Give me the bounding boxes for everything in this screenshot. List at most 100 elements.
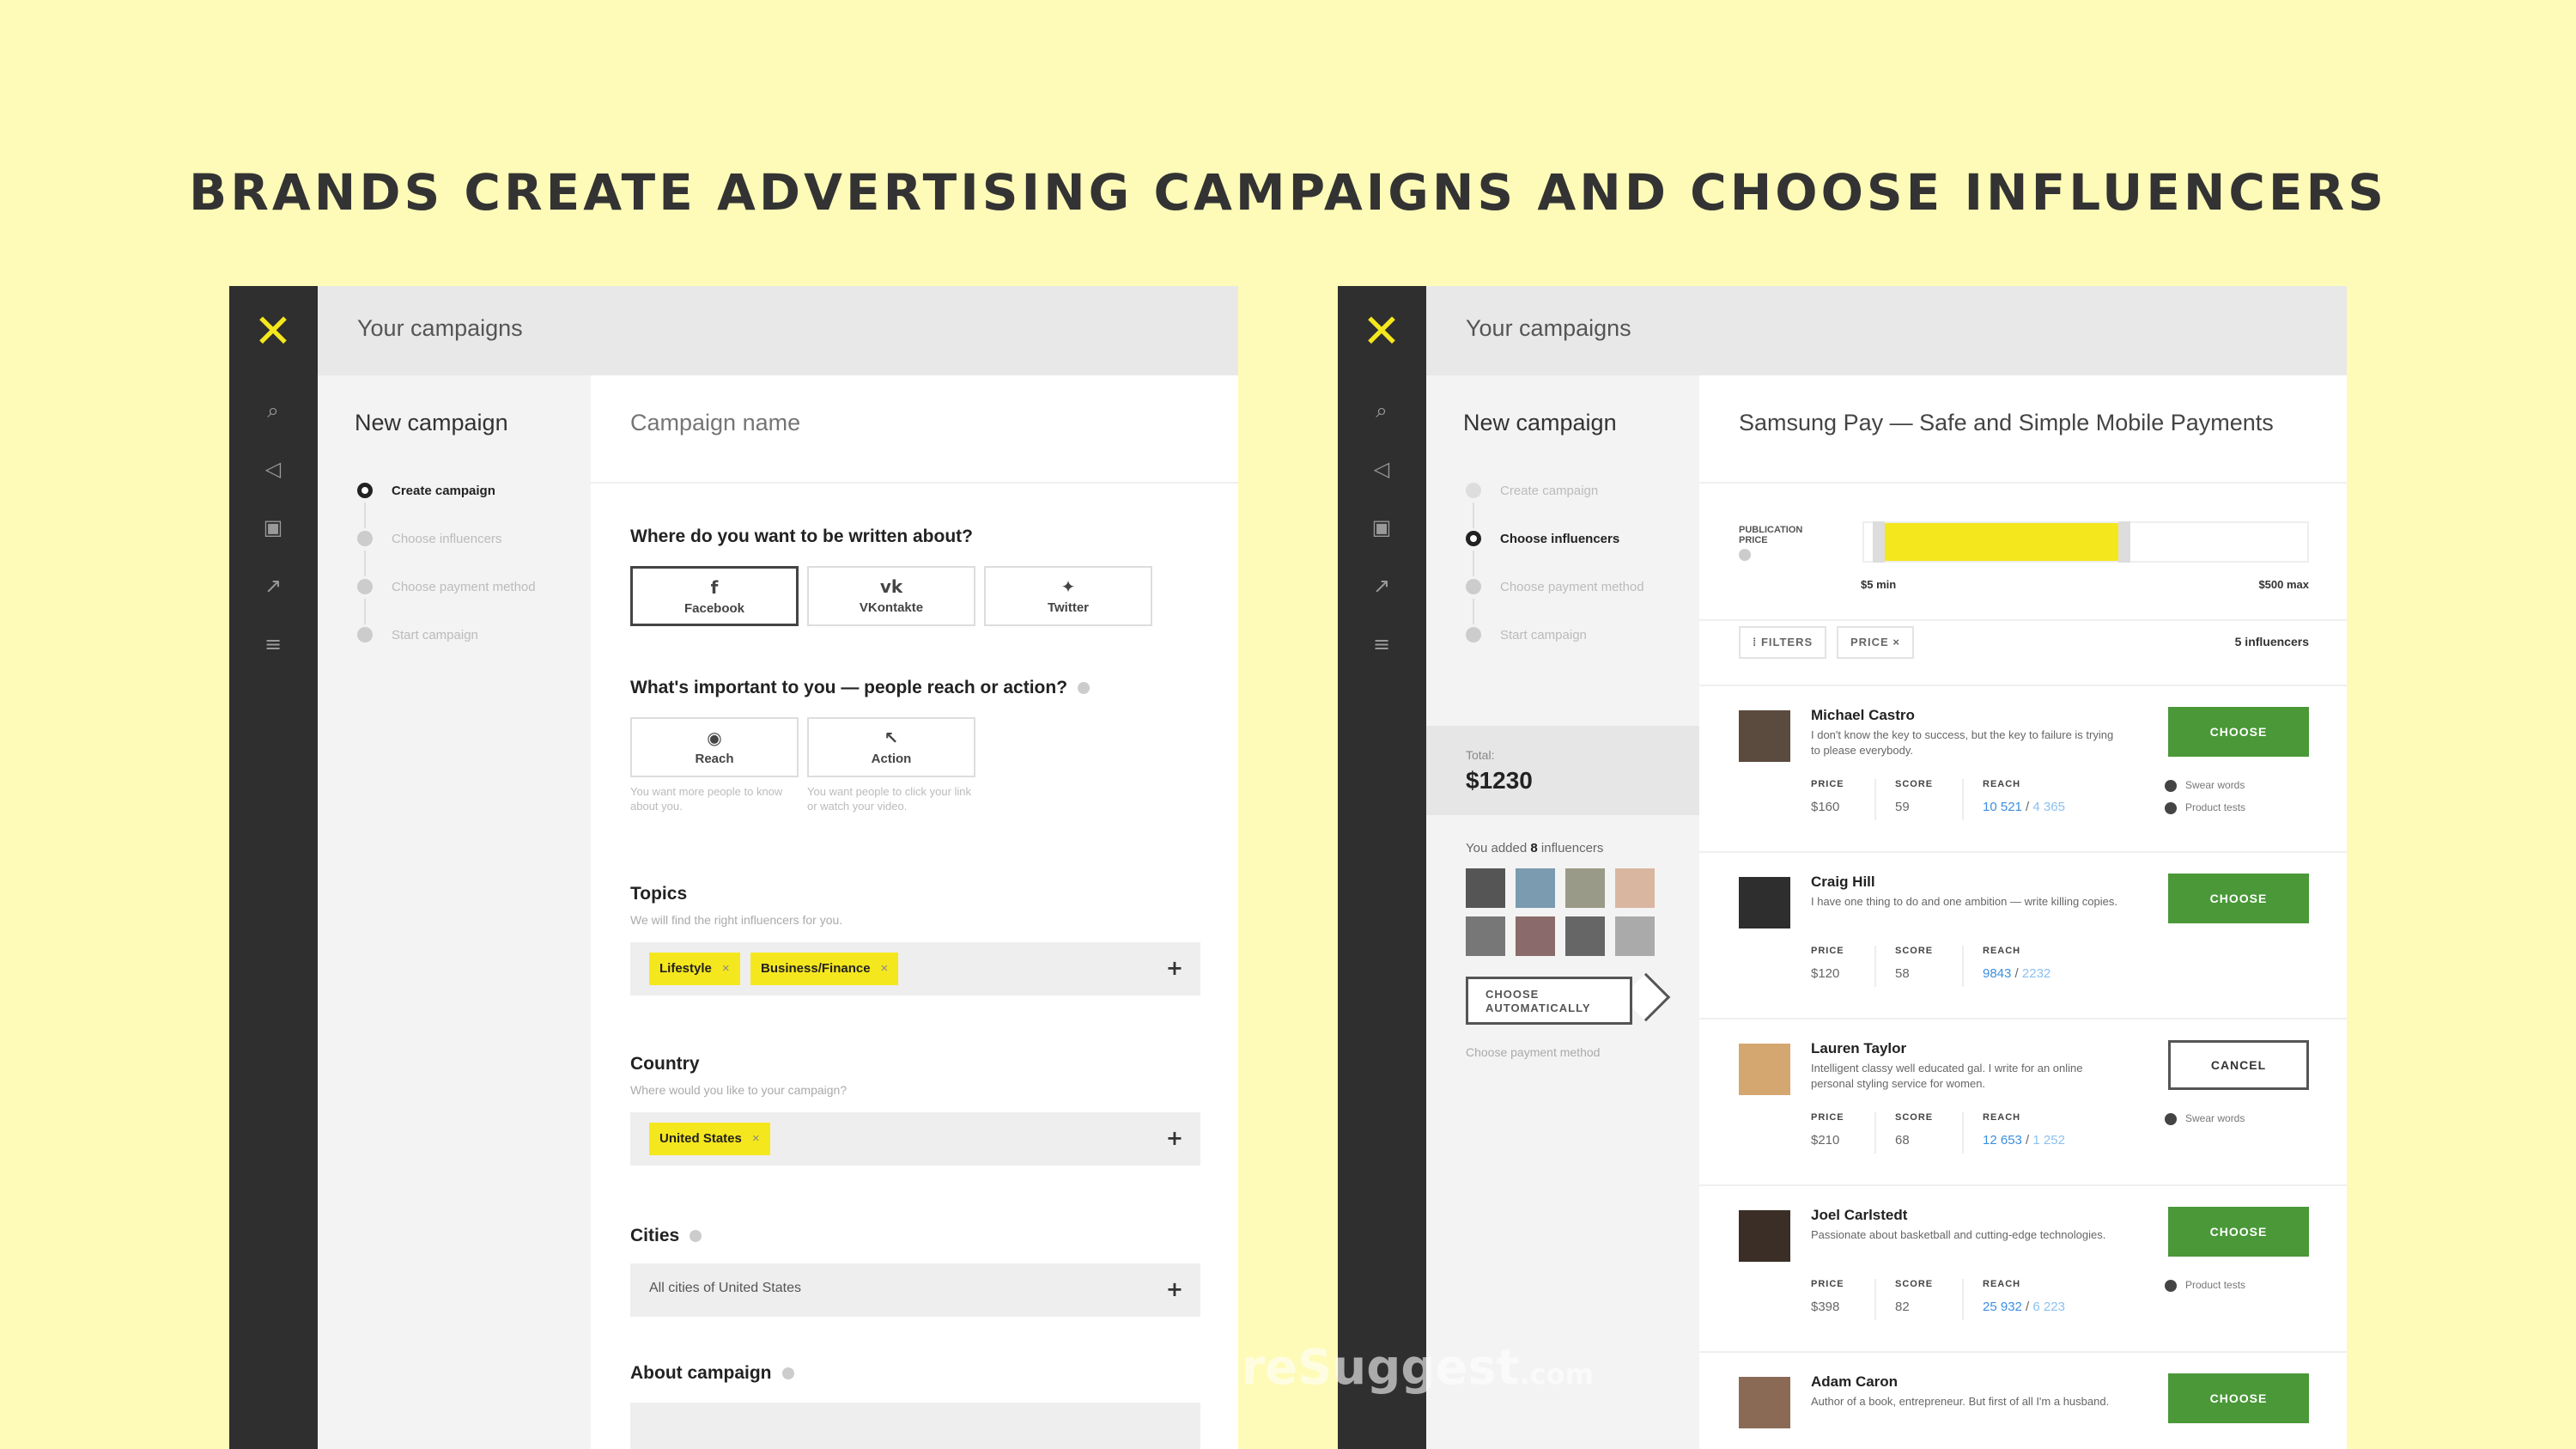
influencer-name[interactable]: Adam Caron: [1811, 1373, 1898, 1391]
step-label: Start campaign: [392, 627, 478, 642]
price-max-label: $500 max: [2258, 578, 2309, 591]
choose-button[interactable]: CHOOSE: [2168, 707, 2309, 757]
swear-words-icon: [2165, 779, 2177, 792]
logo-icon[interactable]: ✕: [1362, 308, 1401, 355]
goal-reach-option[interactable]: ◉ Reach: [630, 717, 799, 777]
added-suffix: influencers: [1540, 841, 1604, 855]
choose-influencers-panel: ✕ ⌕ ◁ ▣ ↗ ≡ Your campaigns New campaign …: [1338, 286, 2347, 1449]
choose-button[interactable]: CHOOSE: [2168, 1373, 2309, 1423]
database-icon[interactable]: ≡: [1369, 631, 1394, 657]
added-count: 8: [1530, 841, 1538, 855]
stat-divider: [1962, 1112, 1964, 1154]
influencer-photo[interactable]: [1739, 1377, 1790, 1428]
step-label: Start campaign: [1500, 627, 1587, 642]
country-subtitle: Where would you like to your campaign?: [630, 1083, 848, 1097]
influencer-name[interactable]: Michael Castro: [1811, 707, 1915, 724]
cities-field[interactable]: All cities of United States +: [630, 1263, 1200, 1317]
step-choose-influencers[interactable]: Choose influencers: [357, 528, 501, 549]
chart-icon[interactable]: ↗: [260, 573, 286, 599]
avatar[interactable]: [1466, 916, 1505, 956]
campaign-name-input[interactable]: [630, 410, 1145, 436]
choose-button[interactable]: CHOOSE: [2168, 1207, 2309, 1257]
step-dot: [357, 483, 373, 498]
influencer-photo[interactable]: [1739, 1210, 1790, 1262]
remove-tag-icon[interactable]: ×: [722, 961, 730, 976]
influencer-photo[interactable]: [1739, 1044, 1790, 1095]
price-filter: PUBLICATION PRICE $5 min $500 max: [1699, 482, 2347, 619]
avatar[interactable]: [1565, 868, 1605, 908]
logo-icon[interactable]: ✕: [253, 308, 293, 355]
feature-label: Product tests: [2185, 801, 2246, 813]
influencer-name[interactable]: Craig Hill: [1811, 874, 1875, 891]
influencer-photo[interactable]: [1739, 710, 1790, 762]
option-label: VKontakte: [859, 600, 924, 615]
cities-title: Cities: [630, 1226, 702, 1246]
total-label: Total:: [1466, 748, 1495, 762]
topic-tag[interactable]: Business/Finance ×: [750, 953, 899, 985]
step-label: Choose influencers: [392, 531, 502, 546]
platform-twitter-option[interactable]: ✦ Twitter: [984, 566, 1152, 626]
influencer-row: Craig Hill I have one thing to do and one…: [1699, 851, 2347, 1018]
country-tag[interactable]: United States ×: [649, 1123, 770, 1155]
influencer-photo[interactable]: [1739, 877, 1790, 928]
step-start-campaign[interactable]: Start campaign: [1466, 624, 1587, 645]
add-country-icon[interactable]: +: [1166, 1126, 1183, 1150]
topics-field[interactable]: Lifestyle × Business/Finance × +: [630, 942, 1200, 995]
reach-active: 2232: [2021, 966, 2051, 981]
score-header: SCORE: [1895, 1279, 1934, 1289]
cancel-button[interactable]: CANCEL: [2168, 1040, 2309, 1090]
slider-handle-min[interactable]: [1873, 521, 1886, 563]
avatar[interactable]: [1516, 916, 1555, 956]
topic-tag[interactable]: Lifestyle ×: [649, 953, 740, 985]
remove-tag-icon[interactable]: ×: [881, 961, 889, 976]
price-filter-chip[interactable]: PRICE ×: [1837, 626, 1914, 659]
choose-button[interactable]: CHOOSE: [2168, 874, 2309, 923]
platform-vkontakte-option[interactable]: vk VKontakte: [807, 566, 975, 626]
goal-action-option[interactable]: ↖ Action: [807, 717, 975, 777]
avatar[interactable]: [1516, 868, 1555, 908]
step-create-campaign[interactable]: Create campaign: [357, 480, 495, 501]
avatar[interactable]: [1466, 868, 1505, 908]
step-start-campaign[interactable]: Start campaign: [357, 624, 478, 645]
option-label: Reach: [695, 752, 734, 766]
influencer-name[interactable]: Lauren Taylor: [1811, 1040, 1906, 1057]
info-icon[interactable]: [1739, 549, 1751, 561]
inbox-icon[interactable]: ▣: [1369, 514, 1394, 540]
slider-handle-max[interactable]: [2117, 521, 2130, 563]
avatar[interactable]: [1615, 916, 1655, 956]
megaphone-icon[interactable]: ◁: [260, 456, 286, 482]
product-tests-icon: [2165, 1279, 2177, 1292]
search-icon[interactable]: ⌕: [260, 398, 286, 423]
megaphone-icon[interactable]: ◁: [1369, 456, 1394, 482]
search-icon[interactable]: ⌕: [1369, 398, 1394, 423]
chart-icon[interactable]: ↗: [1369, 573, 1394, 599]
step-choose-influencers[interactable]: Choose influencers: [1466, 528, 1619, 549]
add-city-icon[interactable]: +: [1166, 1277, 1183, 1301]
info-icon[interactable]: [690, 1230, 702, 1243]
about-textarea[interactable]: [630, 1403, 1200, 1449]
step-choose-payment[interactable]: Choose payment method: [357, 576, 536, 597]
database-icon[interactable]: ≡: [260, 631, 286, 657]
tag-label: Business/Finance: [761, 961, 871, 976]
avatar[interactable]: [1615, 868, 1655, 908]
info-icon[interactable]: [1078, 682, 1091, 695]
country-field[interactable]: United States × +: [630, 1112, 1200, 1166]
info-icon[interactable]: [781, 1367, 794, 1380]
remove-tag-icon[interactable]: ×: [752, 1131, 760, 1146]
price-value: $398: [1811, 1300, 1840, 1314]
step-label: Create campaign: [1500, 483, 1599, 498]
inbox-icon[interactable]: ▣: [260, 514, 286, 540]
price-slider[interactable]: [1862, 521, 2309, 563]
step-choose-payment[interactable]: Choose payment method: [1466, 576, 1644, 597]
option-label: Twitter: [1047, 600, 1090, 615]
choose-payment-link[interactable]: Choose payment method: [1466, 1045, 1600, 1059]
add-topic-icon[interactable]: +: [1166, 956, 1183, 980]
platform-facebook-option[interactable]: f Facebook: [630, 566, 799, 626]
reach-value: 9843 / 2232: [1983, 966, 2051, 981]
avatar[interactable]: [1565, 916, 1605, 956]
influencer-name[interactable]: Joel Carlstedt: [1811, 1207, 1907, 1224]
choose-automatically-button[interactable]: CHOOSE AUTOMATICALLY: [1466, 977, 1632, 1025]
score-value: 82: [1895, 1300, 1910, 1314]
step-create-campaign[interactable]: Create campaign: [1466, 480, 1598, 501]
filters-button[interactable]: ⁞ FILTERS: [1739, 626, 1827, 659]
